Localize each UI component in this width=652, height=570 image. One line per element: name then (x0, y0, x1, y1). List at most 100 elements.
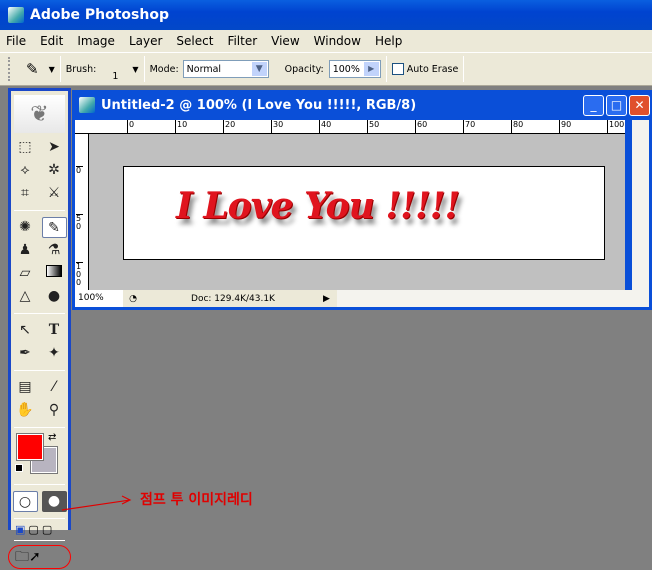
notes-tool-icon[interactable]: ▤ (13, 377, 38, 398)
zoom-tool-icon[interactable]: ⚲ (42, 400, 67, 421)
divider (14, 370, 65, 371)
gradient-tool-icon[interactable] (42, 263, 67, 284)
text-layer[interactable]: I Love You !!!!! (176, 185, 460, 227)
ruler-tick-label: 50 (76, 214, 83, 231)
menu-window[interactable]: Window (314, 34, 361, 48)
divider (14, 313, 65, 314)
preset-dropdown-icon[interactable]: ▼ (49, 65, 55, 74)
standard-mode-icon[interactable]: ○ (12, 491, 38, 512)
lasso-tool-icon[interactable]: ⟡ (13, 160, 38, 181)
ruler-tick-label: 30 (271, 120, 283, 134)
jump-to-imageready-button[interactable]: 🗀➚ (8, 545, 71, 569)
ruler-tick-label: 0 (127, 120, 134, 134)
divider (14, 540, 65, 541)
healing-brush-tool-icon[interactable]: ✺ (13, 217, 38, 238)
annotation-label: 점프 투 이미지레디 (140, 492, 253, 508)
marquee-tool-icon[interactable]: ⬚ (13, 137, 38, 158)
menu-filter[interactable]: Filter (227, 34, 257, 48)
menu-help[interactable]: Help (375, 34, 402, 48)
doc-info: Doc: 129.4K/43.1K (191, 293, 275, 304)
toolbox: ❦ ⬚ ➤ ⟡ ✲ ⌗ ⚔ ✺ ✎ ♟ ⚗ ▱ △ ● ↖ T ✒ ✦ ▤ ⁄ … (8, 88, 71, 569)
menu-select[interactable]: Select (176, 34, 213, 48)
type-tool-icon[interactable]: T (42, 320, 67, 341)
brush-size[interactable]: 1 (112, 71, 118, 82)
app-title-bar: Adobe Photoshop (0, 0, 652, 30)
opacity-label: Opacity: (284, 63, 324, 75)
opacity-value: 100% (332, 63, 360, 75)
slice-tool-icon[interactable]: ⚔ (42, 183, 67, 204)
document-title-bar[interactable]: Untitled-2 @ 100% (I Love You !!!!!, RGB… (75, 90, 649, 120)
custom-shape-tool-icon[interactable]: ✦ (42, 343, 67, 364)
horizontal-scrollbar[interactable] (337, 290, 649, 307)
menu-image[interactable]: Image (77, 34, 115, 48)
auto-erase-label: Auto Erase (406, 63, 459, 75)
eraser-tool-icon[interactable]: ▱ (13, 263, 38, 284)
minimize-button[interactable]: _ (583, 95, 604, 116)
menu-view[interactable]: View (271, 34, 299, 48)
brush-dropdown-icon[interactable]: ▼ (132, 65, 138, 74)
ruler-tick-label: 50 (367, 120, 379, 134)
zoom-level[interactable]: 100% (75, 290, 123, 307)
brush-label: Brush: (65, 63, 97, 75)
default-colors-icon[interactable] (15, 464, 23, 472)
mode-select[interactable]: Normal ▼ (182, 60, 269, 78)
menu-edit[interactable]: Edit (40, 34, 63, 48)
move-tool-icon[interactable]: ➤ (42, 137, 67, 158)
auto-erase-checkbox[interactable] (391, 63, 404, 75)
feather-logo-icon[interactable]: ❦ (14, 95, 65, 133)
divider (385, 56, 387, 82)
status-menu-icon[interactable]: ◔ (123, 294, 143, 304)
options-bar: ✎ ▼ Brush: 1 ▼ Mode: Normal ▼ Opacity: 10… (0, 52, 652, 86)
ruler-tick-label: 0 (76, 166, 83, 175)
opacity-slider-arrow-icon[interactable]: ▶ (363, 62, 379, 76)
vertical-scrollbar[interactable] (632, 120, 649, 290)
mode-label: Mode: (149, 63, 179, 75)
canvas-area[interactable]: I Love You !!!!! (89, 134, 625, 290)
ruler-tick-label: 100 (607, 120, 624, 134)
path-selection-tool-icon[interactable]: ↖ (13, 320, 38, 341)
pencil-preset-icon[interactable]: ✎ (26, 60, 39, 78)
pencil-tool-icon[interactable]: ✎ (41, 217, 67, 238)
ruler-tick-label: 90 (559, 120, 571, 134)
ruler-tick-label: 40 (319, 120, 331, 134)
history-brush-tool-icon[interactable]: ⚗ (42, 240, 67, 261)
mode-value: Normal (186, 63, 222, 75)
divider (14, 518, 65, 519)
opacity-input[interactable]: 100% ▶ (328, 60, 381, 78)
ruler-tick-label: 10 (175, 120, 187, 134)
ruler-tick-label: 20 (223, 120, 235, 134)
maximize-button[interactable]: □ (606, 95, 627, 116)
menu-file[interactable]: File (6, 34, 26, 48)
close-button[interactable]: ✕ (629, 95, 650, 116)
canvas[interactable]: I Love You !!!!! (123, 166, 605, 260)
chevron-down-icon: ▼ (251, 62, 267, 76)
ruler-tick-label: 100 (76, 262, 83, 287)
crop-tool-icon[interactable]: ⌗ (13, 183, 38, 204)
ruler-tick-label: 80 (511, 120, 523, 134)
dodge-tool-icon[interactable]: ● (42, 286, 67, 307)
swap-colors-icon[interactable]: ⇄ (48, 432, 56, 443)
divider (14, 427, 65, 428)
clone-stamp-tool-icon[interactable]: ♟ (13, 240, 38, 261)
jump-to-imageready-icon: 🗀➚ (15, 549, 41, 565)
grip-handle[interactable] (8, 57, 16, 81)
ruler-tick-label: 60 (415, 120, 427, 134)
blur-tool-icon[interactable]: △ (13, 286, 38, 307)
status-arrow-icon[interactable]: ▶ (323, 294, 337, 304)
color-swatches: ⇄ (11, 432, 68, 480)
foreground-color-swatch[interactable] (16, 433, 44, 461)
menu-layer[interactable]: Layer (129, 34, 162, 48)
document-title: Untitled-2 @ 100% (I Love You !!!!!, RGB… (101, 97, 417, 113)
divider (14, 210, 65, 211)
menu-bar: File Edit Image Layer Select Filter View… (0, 30, 652, 52)
vertical-ruler: 0 50 100 (75, 134, 89, 290)
divider (14, 484, 65, 485)
photoshop-icon (8, 7, 24, 23)
pen-tool-icon[interactable]: ✒ (13, 343, 38, 364)
ruler-tick-label: 70 (463, 120, 475, 134)
horizontal-ruler: 0 10 20 30 40 50 60 70 80 90 100 (75, 120, 625, 134)
hand-tool-icon[interactable]: ✋ (13, 400, 38, 421)
magic-wand-tool-icon[interactable]: ✲ (42, 160, 67, 181)
eyedropper-tool-icon[interactable]: ⁄ (42, 377, 67, 398)
annotation-arrow (61, 495, 132, 511)
